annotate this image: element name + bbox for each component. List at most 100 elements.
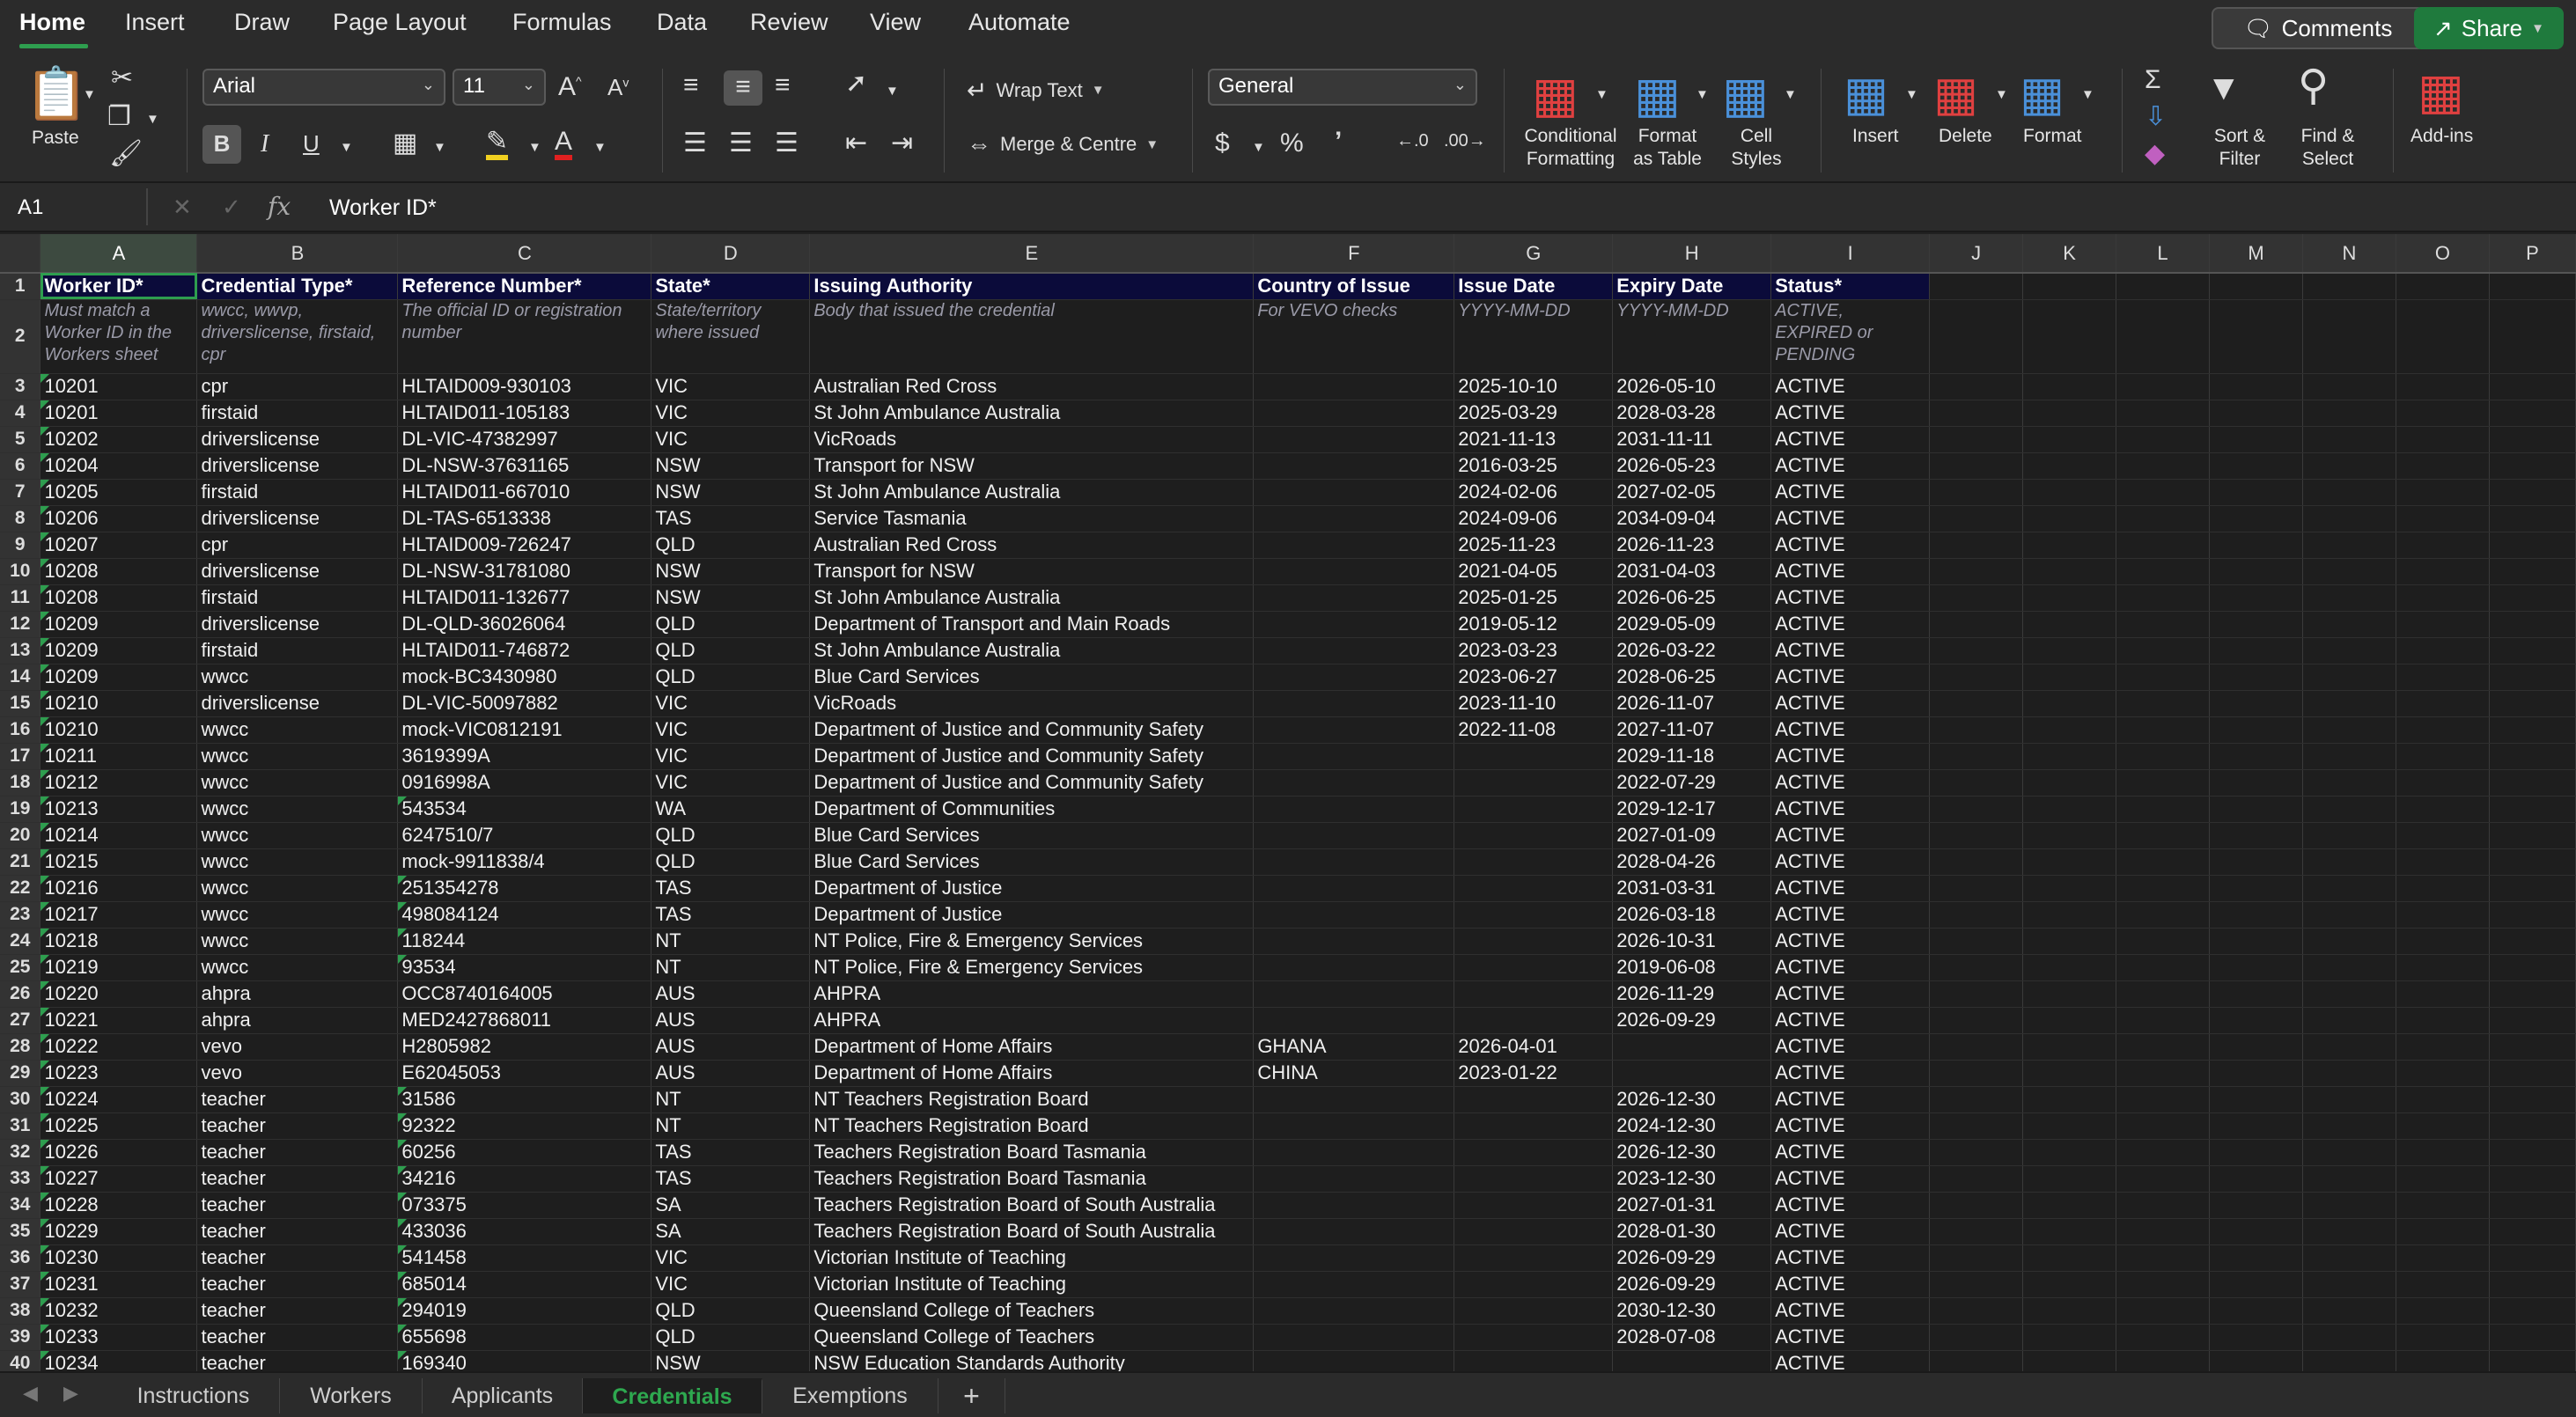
increase-font-icon[interactable]: A^	[558, 74, 582, 100]
cell[interactable]: 10219	[40, 954, 198, 981]
cell[interactable]: 2026-10-31	[1612, 928, 1772, 955]
cell[interactable]	[1929, 796, 2024, 823]
cell[interactable]	[1454, 1218, 1614, 1245]
cell[interactable]	[2209, 532, 2303, 559]
sort-filter-label[interactable]: Sort & Filter	[2197, 125, 2282, 171]
column-header-l[interactable]: L	[2116, 234, 2211, 274]
cell[interactable]	[2209, 664, 2303, 691]
row-header[interactable]: 15	[0, 690, 41, 717]
cell[interactable]	[2209, 558, 2303, 585]
cell[interactable]	[2396, 1007, 2490, 1034]
cell[interactable]: 10202	[40, 426, 198, 453]
cell[interactable]: 2024-09-06	[1454, 505, 1614, 532]
cell[interactable]	[1454, 848, 1614, 876]
cell[interactable]: 2026-11-07	[1612, 690, 1772, 717]
cell[interactable]: 2028-06-25	[1612, 664, 1772, 691]
cell[interactable]	[2022, 1139, 2117, 1166]
cell[interactable]	[1929, 1007, 2024, 1034]
cell[interactable]	[2116, 584, 2211, 612]
cell[interactable]	[1454, 1297, 1614, 1325]
cell[interactable]: ACTIVE	[1770, 1324, 1931, 1351]
cell[interactable]: QLD	[651, 664, 811, 691]
cell[interactable]	[1612, 1060, 1772, 1087]
cell[interactable]: 2026-09-29	[1612, 1271, 1772, 1298]
cell[interactable]: ACTIVE	[1770, 796, 1931, 823]
cell[interactable]	[2116, 637, 2211, 664]
align-right-icon[interactable]: ☰	[775, 130, 799, 157]
cell[interactable]	[2396, 426, 2490, 453]
cell[interactable]	[2209, 452, 2303, 480]
sheet-tab-credentials[interactable]: Credentials	[583, 1378, 762, 1413]
chevron-down-icon[interactable]: ▼	[340, 141, 353, 154]
cell[interactable]: ACTIVE	[1770, 1060, 1931, 1087]
row-header[interactable]: 20	[0, 822, 41, 849]
cell[interactable]	[2302, 1271, 2396, 1298]
cell[interactable]	[1454, 1139, 1614, 1166]
sort-filter-icon[interactable]: ▼	[2206, 70, 2241, 106]
cell[interactable]: teacher	[196, 1112, 399, 1140]
cell[interactable]	[2396, 954, 2490, 981]
tab-review[interactable]: Review	[750, 9, 828, 36]
cell[interactable]: Status*	[1770, 273, 1931, 300]
chevron-down-icon[interactable]: ▼	[1784, 88, 1797, 101]
add-ins-label[interactable]: Add-ins	[2410, 125, 2473, 148]
cell[interactable]	[2302, 558, 2396, 585]
cell[interactable]	[1929, 1244, 2024, 1272]
cell[interactable]	[2489, 1060, 2576, 1087]
cell[interactable]: mock-9911838/4	[397, 848, 652, 876]
cell[interactable]	[1253, 532, 1455, 559]
cell[interactable]: driverslicense	[196, 426, 399, 453]
cell[interactable]	[1454, 1271, 1614, 1298]
cell[interactable]	[1253, 1165, 1455, 1193]
align-top-icon[interactable]: ≡	[683, 72, 699, 99]
cell[interactable]	[2396, 1139, 2490, 1166]
cell[interactable]	[2116, 1324, 2211, 1351]
cell[interactable]: Australian Red Cross	[809, 373, 1255, 400]
cell[interactable]	[2209, 637, 2303, 664]
cell[interactable]	[2022, 1086, 2117, 1113]
cell[interactable]: wwcc	[196, 664, 399, 691]
cell[interactable]	[2396, 980, 2490, 1008]
cell[interactable]	[2116, 1165, 2211, 1193]
cell[interactable]	[2022, 1165, 2117, 1193]
cell[interactable]	[2022, 273, 2117, 300]
insert-cells-label[interactable]: Insert	[1852, 125, 1899, 148]
cell[interactable]: 2025-03-29	[1454, 400, 1614, 427]
cell[interactable]	[2302, 584, 2396, 612]
cell[interactable]: VIC	[651, 769, 811, 797]
cell[interactable]: 10213	[40, 796, 198, 823]
wrap-text-button[interactable]: ↵ Wrap Text ▼	[967, 76, 1105, 105]
cell[interactable]: ACTIVE	[1770, 954, 1931, 981]
cell[interactable]	[2396, 716, 2490, 744]
select-all-corner[interactable]	[0, 234, 41, 274]
cell[interactable]	[2396, 928, 2490, 955]
cell[interactable]	[2116, 1060, 2211, 1087]
cell[interactable]: 10234	[40, 1350, 198, 1371]
cell[interactable]	[2022, 690, 2117, 717]
cell[interactable]: 2027-01-09	[1612, 822, 1772, 849]
cell[interactable]	[2116, 1007, 2211, 1034]
fill-icon[interactable]: ⇩	[2145, 104, 2167, 130]
cell[interactable]	[2116, 1086, 2211, 1113]
find-select-label[interactable]: Find & Select	[2285, 125, 2370, 171]
sheet-tab-applicants[interactable]: Applicants	[423, 1378, 583, 1413]
cell[interactable]	[1929, 1139, 2024, 1166]
cell[interactable]	[2116, 299, 2211, 374]
add-ins-icon[interactable]: ▦	[2418, 67, 2464, 116]
cell[interactable]	[1253, 1244, 1455, 1272]
cell[interactable]	[2116, 901, 2211, 929]
cell[interactable]	[2489, 1350, 2576, 1371]
row-header[interactable]: 1	[0, 273, 41, 300]
sheet-tab-instructions[interactable]: Instructions	[107, 1378, 280, 1413]
cell[interactable]: teacher	[196, 1139, 399, 1166]
cell[interactable]: HLTAID009-930103	[397, 373, 652, 400]
cell[interactable]: TAS	[651, 505, 811, 532]
row-header[interactable]: 22	[0, 875, 41, 902]
cell[interactable]	[2116, 822, 2211, 849]
cell[interactable]	[1929, 664, 2024, 691]
cell[interactable]: HLTAID011-746872	[397, 637, 652, 664]
cell[interactable]: ACTIVE	[1770, 928, 1931, 955]
cell[interactable]	[2396, 822, 2490, 849]
cell[interactable]: 2023-01-22	[1454, 1060, 1614, 1087]
cell[interactable]	[2489, 1244, 2576, 1272]
